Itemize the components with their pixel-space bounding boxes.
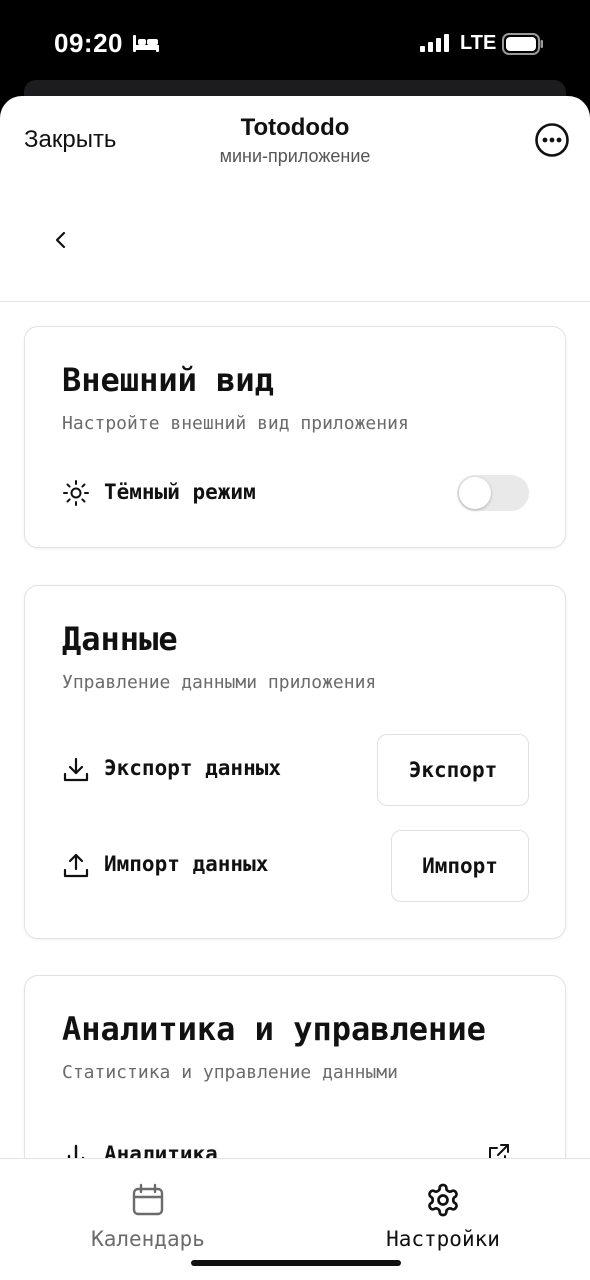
dark-mode-label: Тёмный режим [104, 480, 256, 504]
header-divider [0, 301, 590, 302]
status-bar: 09:20 LTE [0, 0, 590, 92]
network-type: LTE [460, 32, 497, 54]
sun-icon [63, 480, 89, 506]
bed-icon [133, 35, 159, 52]
toggle-knob [459, 477, 491, 509]
appearance-title: Внешний вид [62, 361, 274, 399]
home-indicator[interactable] [191, 1260, 401, 1266]
mini-app-sheet: Закрыть Totododo мини-приложение Внешний… [0, 96, 590, 1280]
data-subtitle: Управление данными приложения [62, 672, 377, 693]
ellipsis-circle-icon[interactable] [534, 122, 570, 158]
battery-icon [502, 33, 543, 55]
export-label: Экспорт данных [104, 756, 282, 780]
import-button[interactable]: Импорт [391, 830, 529, 902]
chevron-left-icon[interactable] [52, 228, 70, 252]
calendar-icon [132, 1183, 164, 1216]
tab-calendar-label: Календарь [91, 1227, 205, 1251]
export-button[interactable]: Экспорт [377, 734, 529, 806]
appearance-card: Внешний вид Настройте внешний вид прилож… [24, 326, 566, 548]
tab-settings[interactable]: Настройки [354, 1159, 532, 1269]
download-icon [63, 757, 89, 782]
upload-icon [63, 853, 89, 878]
dark-mode-toggle[interactable] [457, 475, 529, 511]
data-card: Данные Управление данными приложения Экс… [24, 585, 566, 939]
gear-icon [428, 1183, 458, 1217]
app-subtitle: мини-приложение [219, 146, 371, 166]
appearance-subtitle: Настройте внешний вид приложения [62, 413, 409, 434]
signal-icon [420, 34, 449, 52]
tab-calendar[interactable]: Календарь [60, 1159, 236, 1269]
tab-settings-label: Настройки [386, 1227, 500, 1251]
import-label: Импорт данных [104, 852, 269, 876]
analytics-subtitle: Статистика и управление данными [62, 1062, 398, 1083]
app-title: Totododo [240, 114, 350, 141]
data-title: Данные [62, 620, 178, 658]
status-time: 09:20 [54, 28, 123, 58]
analytics-title: Аналитика и управление [62, 1010, 486, 1048]
